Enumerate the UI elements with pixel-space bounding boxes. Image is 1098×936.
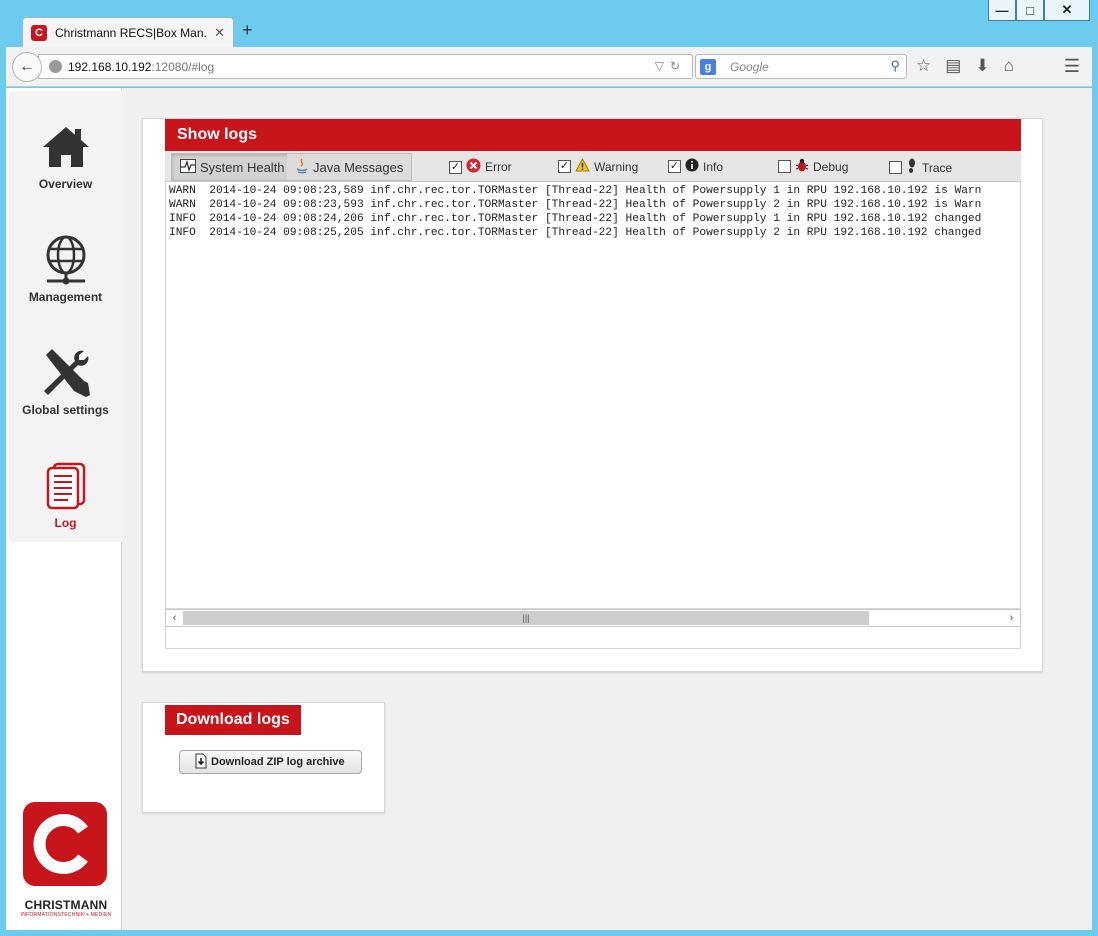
show-logs-panel: Show logs System Health Java Messages ✓ … [142, 118, 1043, 672]
sidebar-item-global-settings[interactable]: Global settings [9, 345, 122, 445]
url-path: :12080/#log [151, 59, 215, 74]
filter-label: Error [485, 160, 512, 174]
bookmark-star-icon[interactable]: ☆ [916, 56, 931, 76]
document-icon [38, 458, 94, 514]
show-logs-title: Show logs [165, 119, 1021, 151]
navigation-toolbar: 192.168.10.192:12080/#log ▽↻ ← g Google … [6, 47, 1092, 87]
christmann-favicon-icon: C [31, 24, 47, 41]
christmann-logo: CHRISTMANN INFORMATIONSTECHNIK + MEDIEN [18, 802, 114, 918]
logo-name: CHRISTMANN [24, 898, 108, 912]
error-icon [466, 158, 481, 176]
url-dropdown-reload: ▽↻ [655, 59, 686, 73]
bug-icon [795, 158, 809, 175]
site-identity-icon[interactable] [49, 60, 62, 73]
sidebar-item-overview[interactable]: Overview [9, 119, 122, 219]
browser-tab[interactable]: C Christmann RECS|Box Man... ✕ [22, 17, 234, 47]
footprint-icon [906, 158, 918, 177]
search-bar[interactable]: g Google ⚲ [695, 54, 907, 79]
filter-trace[interactable]: Trace [889, 158, 952, 177]
sidebar-item-label: Log [54, 516, 77, 530]
java-icon [295, 158, 309, 177]
history-dropdown-icon[interactable]: ▽ [655, 59, 670, 73]
window-controls: — □ ✕ [988, 0, 1090, 21]
filter-label: Info [703, 159, 724, 174]
log-panel-footer [165, 627, 1021, 649]
logo-mark-icon [23, 802, 107, 886]
tab-close-icon[interactable]: ✕ [214, 25, 225, 41]
sidebar-nav: Overview Management Global settings Log [9, 91, 122, 542]
sidebar-item-management[interactable]: Management [9, 232, 122, 332]
pulse-icon [180, 158, 196, 176]
download-zip-button[interactable]: Download ZIP log archive [179, 750, 362, 774]
page-viewport: Overview Management Global settings Log … [6, 88, 1092, 930]
maximize-button[interactable]: □ [1016, 0, 1044, 21]
search-placeholder: Google [730, 59, 769, 74]
tab-java-messages[interactable]: Java Messages [287, 153, 413, 181]
browser-window: — □ ✕ C Christmann RECS|Box Man... ✕ + 1… [0, 0, 1098, 936]
wrench-screwdriver-icon [38, 345, 94, 401]
filter-label: Warning [594, 159, 639, 174]
reading-list-icon[interactable]: ▤ [945, 56, 961, 76]
toolbar-icons: ☆ ▤ ⬇ ⌂ [916, 56, 1014, 76]
sidebar: Overview Management Global settings Log … [6, 88, 122, 930]
log-output[interactable]: WARN 2014-10-24 09:08:23,589 inf.chr.rec… [165, 182, 1021, 609]
debug-checkbox[interactable] [778, 160, 791, 173]
close-window-button[interactable]: ✕ [1044, 0, 1090, 21]
filter-info[interactable]: ✓ Info [668, 158, 723, 175]
download-logs-title: Download logs [165, 705, 301, 735]
info-icon [685, 158, 699, 175]
download-file-icon [194, 753, 208, 772]
scroll-right-icon[interactable]: › [1003, 610, 1020, 626]
trace-checkbox[interactable] [889, 161, 902, 174]
tab-title: Christmann RECS|Box Man... [55, 25, 209, 40]
home-icon [38, 119, 94, 175]
warning-icon [575, 157, 590, 175]
log-line: INFO 2014-10-24 09:08:25,205 inf.chr.rec… [169, 227, 982, 239]
sidebar-item-label: Overview [38, 177, 93, 191]
reload-icon[interactable]: ↻ [670, 59, 686, 73]
url-host: 192.168.10.192 [68, 59, 152, 74]
log-line: WARN 2014-10-24 09:08:23,593 inf.chr.rec… [169, 199, 982, 211]
log-line: INFO 2014-10-24 09:08:24,206 inf.chr.rec… [169, 213, 982, 225]
back-button[interactable]: ← [12, 52, 42, 82]
filter-error[interactable]: ✓ Error [449, 158, 512, 176]
filter-label: Debug [813, 159, 849, 174]
log-filter-bar: System Health Java Messages ✓ Error ✓ Wa… [165, 151, 1021, 182]
minimize-button[interactable]: — [988, 0, 1016, 21]
new-tab-button[interactable]: + [242, 20, 253, 41]
home-button-icon[interactable]: ⌂ [1004, 56, 1014, 76]
filter-warning[interactable]: ✓ Warning [558, 157, 639, 175]
filter-debug[interactable]: Debug [778, 158, 848, 175]
scrollbar-thumb[interactable]: ||| [183, 611, 869, 625]
sidebar-item-log[interactable]: Log [9, 458, 122, 558]
horizontal-scrollbar[interactable]: ‹ ||| › [165, 609, 1021, 627]
download-icon[interactable]: ⬇ [975, 56, 989, 76]
url-bar[interactable]: 192.168.10.192:12080/#log ▽↻ [38, 54, 693, 79]
hamburger-menu-icon[interactable]: ☰ [1064, 56, 1080, 77]
warning-checkbox[interactable]: ✓ [558, 160, 571, 173]
download-button-label: Download ZIP log archive [211, 756, 345, 768]
filter-label: Trace [922, 160, 953, 175]
tab-label: Java Messages [313, 159, 404, 175]
download-logs-panel: Download logs Download ZIP log archive [142, 702, 385, 813]
log-lines: WARN 2014-10-24 09:08:23,589 inf.chr.rec… [166, 182, 1020, 240]
scroll-left-icon[interactable]: ‹ [166, 610, 183, 626]
search-icon[interactable]: ⚲ [890, 58, 900, 74]
tab-system-health[interactable]: System Health [171, 153, 294, 181]
google-engine-icon[interactable]: g [700, 58, 716, 75]
sidebar-item-label: Global settings [22, 403, 109, 417]
info-checkbox[interactable]: ✓ [668, 160, 681, 173]
globe-network-icon [38, 232, 94, 288]
error-checkbox[interactable]: ✓ [449, 160, 462, 174]
log-line: WARN 2014-10-24 09:08:23,589 inf.chr.rec… [169, 185, 982, 197]
tab-label: System Health [200, 159, 285, 175]
sidebar-item-label: Management [28, 290, 103, 304]
logo-tagline: INFORMATIONSTECHNIK + MEDIEN [20, 912, 112, 918]
